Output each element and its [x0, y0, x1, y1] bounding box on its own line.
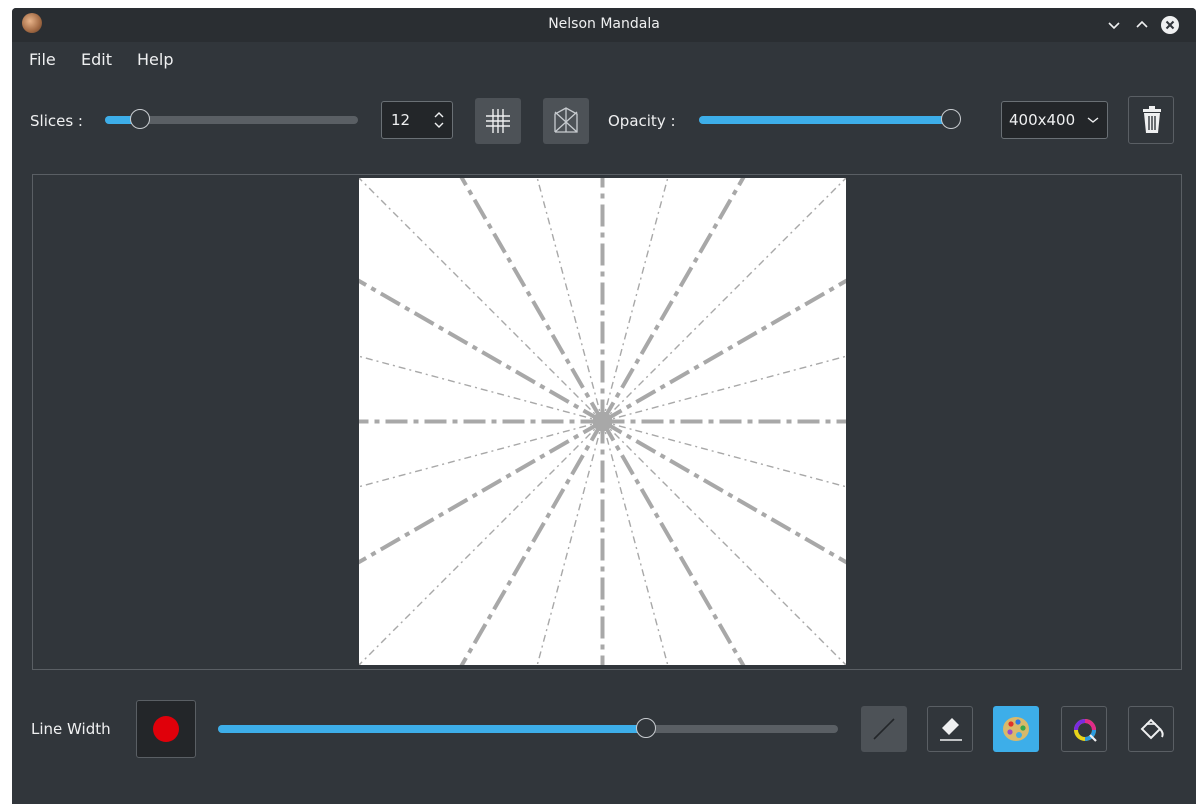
slice-axis-line	[459, 178, 605, 423]
menu-help[interactable]: Help	[137, 50, 173, 69]
maximize-icon[interactable]	[1132, 15, 1152, 35]
close-icon[interactable]	[1160, 15, 1180, 35]
eraser-tool-button[interactable]	[927, 706, 973, 752]
opacity-slider-fill	[699, 116, 951, 124]
spin-arrows-icon[interactable]	[432, 108, 446, 132]
slices-spinbox[interactable]: 12	[381, 101, 453, 139]
palette-icon	[1003, 717, 1029, 741]
drawing-canvas[interactable]	[359, 178, 846, 665]
slice-mirror-line	[359, 355, 603, 423]
mirror-icon	[554, 107, 578, 133]
canvas-size-select[interactable]: 400x400	[1001, 101, 1108, 139]
slice-mirror-line	[602, 420, 846, 488]
color-wheel-icon	[1074, 719, 1097, 742]
opacity-slider[interactable]	[699, 109, 961, 129]
grid-toggle-button[interactable]	[475, 98, 521, 144]
trash-icon	[1143, 106, 1161, 133]
line-width-slider-handle[interactable]	[635, 718, 656, 738]
grid-icon	[486, 109, 510, 133]
clear-button[interactable]	[1128, 96, 1174, 144]
slices-value: 12	[391, 111, 411, 129]
mandala-guides	[359, 178, 846, 665]
line-width-slider[interactable]	[218, 718, 838, 738]
minimize-icon[interactable]	[1104, 15, 1124, 35]
slice-axis-line	[601, 419, 846, 565]
mirror-toggle-button[interactable]	[543, 98, 589, 144]
app-window: Nelson Mandala File Edit Help Slices : 1…	[12, 8, 1196, 804]
line-icon	[873, 718, 895, 740]
palette-button[interactable]	[993, 706, 1039, 752]
mandala-center	[592, 411, 613, 432]
line-width-label: Line Width	[31, 720, 111, 738]
slice-axis-line	[601, 278, 846, 424]
fill-tool-button[interactable]	[1128, 706, 1174, 752]
color-wheel-button[interactable]	[1061, 706, 1107, 752]
slices-label: Slices :	[30, 112, 83, 130]
title-bar: Nelson Mandala	[12, 8, 1196, 42]
bucket-icon	[1140, 718, 1164, 740]
menu-edit[interactable]: Edit	[81, 50, 112, 69]
eraser-icon	[940, 718, 962, 741]
slice-mirror-line	[536, 178, 604, 422]
current-color-swatch	[153, 716, 179, 742]
window-title: Nelson Mandala	[548, 16, 660, 32]
slice-axis-line	[600, 420, 746, 665]
line-width-slider-fill	[218, 725, 646, 733]
slices-slider[interactable]	[105, 109, 358, 129]
slice-mirror-line	[359, 420, 603, 488]
line-tool-button[interactable]	[861, 706, 907, 752]
slice-mirror-line	[601, 421, 669, 665]
opacity-label: Opacity :	[608, 112, 676, 130]
slice-axis-line	[359, 419, 604, 565]
slice-axis-line	[600, 178, 746, 423]
slice-axis-line	[459, 420, 605, 665]
canvas-size-value: 400x400	[1009, 111, 1076, 129]
slices-slider-handle[interactable]	[130, 109, 151, 129]
slice-mirror-line	[601, 178, 669, 422]
slice-axis-line	[359, 278, 604, 424]
menu-file[interactable]: File	[29, 50, 56, 69]
current-color-button[interactable]	[136, 700, 196, 758]
opacity-slider-handle[interactable]	[941, 109, 961, 129]
slice-mirror-line	[602, 355, 846, 423]
chevron-down-icon	[1087, 117, 1099, 123]
slice-mirror-line	[536, 421, 604, 665]
